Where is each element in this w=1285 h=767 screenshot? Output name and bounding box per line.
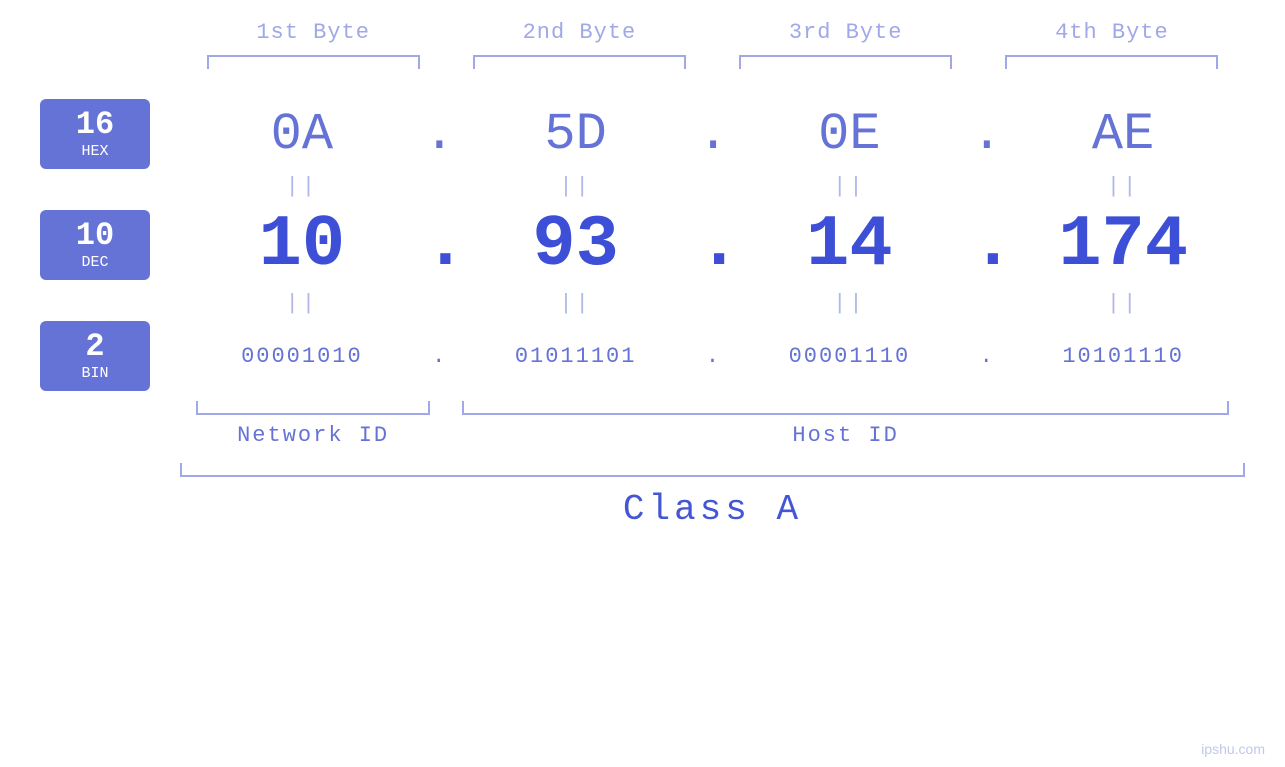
bracket-cell-4 xyxy=(979,55,1245,69)
bracket-top-1 xyxy=(207,55,420,69)
bracket-cell-2 xyxy=(446,55,712,69)
bin-dot-3: . xyxy=(971,344,1001,369)
eq-2-3: || xyxy=(728,291,972,316)
hex-value-1: 0A xyxy=(180,105,424,164)
hex-base: HEX xyxy=(81,143,108,160)
bracket-cell-3 xyxy=(713,55,979,69)
dec-values-row: 10 . 93 . 14 . 174 xyxy=(180,204,1245,286)
byte-header-4: 4th Byte xyxy=(979,20,1245,45)
byte-header-1: 1st Byte xyxy=(180,20,446,45)
bracket-top-2 xyxy=(473,55,686,69)
bin-num: 2 xyxy=(85,331,104,363)
dec-value-4: 174 xyxy=(1001,204,1245,286)
dec-value-2: 93 xyxy=(454,204,698,286)
bin-base: BIN xyxy=(81,365,108,382)
byte-headers: 1st Byte 2nd Byte 3rd Byte 4th Byte xyxy=(40,20,1245,45)
hex-label-box: 16 HEX xyxy=(40,99,150,169)
eq-row-1: || || || || xyxy=(40,169,1245,204)
bottom-brackets xyxy=(40,401,1245,415)
bin-value-4: 10101110 xyxy=(1001,344,1245,369)
hex-dot-1: . xyxy=(424,105,454,164)
eq-2-1: || xyxy=(180,291,424,316)
bin-dot-2: . xyxy=(698,344,728,369)
eq-1-1: || xyxy=(180,174,424,199)
network-id-label: Network ID xyxy=(180,423,446,448)
class-section: Class A xyxy=(40,463,1245,530)
hex-row: 16 HEX 0A . 5D . 0E . AE xyxy=(40,99,1245,169)
main-container: 1st Byte 2nd Byte 3rd Byte 4th Byte 16 H… xyxy=(0,0,1285,767)
class-label: Class A xyxy=(180,489,1245,530)
bracket-top-3 xyxy=(739,55,952,69)
bracket-bottom-network xyxy=(180,401,446,415)
dec-dot-2: . xyxy=(698,204,728,286)
hex-value-4: AE xyxy=(1001,105,1245,164)
eq-1-4: || xyxy=(1001,174,1245,199)
hex-value-3: 0E xyxy=(728,105,972,164)
bracket-bot-host xyxy=(462,401,1229,415)
eq-1-3: || xyxy=(728,174,972,199)
dec-row: 10 DEC 10 . 93 . 14 . 174 xyxy=(40,204,1245,286)
bin-row: 2 BIN 00001010 . 01011101 . 00001110 . xyxy=(40,321,1245,391)
eq-1-2: || xyxy=(454,174,698,199)
hex-num: 16 xyxy=(76,109,114,141)
dec-label-box: 10 DEC xyxy=(40,210,150,280)
top-brackets xyxy=(40,55,1245,69)
dec-value-1: 10 xyxy=(180,204,424,286)
dec-num: 10 xyxy=(76,220,114,252)
class-bracket xyxy=(180,463,1245,477)
id-labels: Network ID Host ID xyxy=(40,423,1245,448)
dec-value-3: 14 xyxy=(728,204,972,286)
dec-dot-1: . xyxy=(424,204,454,286)
bin-value-1: 00001010 xyxy=(180,344,424,369)
bin-label-box: 2 BIN xyxy=(40,321,150,391)
bracket-top-4 xyxy=(1005,55,1218,69)
dec-dot-3: . xyxy=(971,204,1001,286)
hex-values-row: 0A . 5D . 0E . AE xyxy=(180,105,1245,164)
hex-dot-2: . xyxy=(698,105,728,164)
eq-2-2: || xyxy=(454,291,698,316)
bracket-bot-network xyxy=(196,401,430,415)
eq-values-2: || || || || xyxy=(180,291,1245,316)
bin-dot-1: . xyxy=(424,344,454,369)
bin-value-2: 01011101 xyxy=(454,344,698,369)
bracket-cell-1 xyxy=(180,55,446,69)
watermark: ipshu.com xyxy=(1201,741,1265,757)
hex-value-2: 5D xyxy=(454,105,698,164)
bin-values-row: 00001010 . 01011101 . 00001110 . 1010111… xyxy=(180,344,1245,369)
dec-base: DEC xyxy=(81,254,108,271)
bracket-bottom-host xyxy=(446,401,1245,415)
eq-2-4: || xyxy=(1001,291,1245,316)
byte-header-3: 3rd Byte xyxy=(713,20,979,45)
hex-dot-3: . xyxy=(971,105,1001,164)
eq-row-2: || || || || xyxy=(40,286,1245,321)
byte-header-2: 2nd Byte xyxy=(446,20,712,45)
eq-values-1: || || || || xyxy=(180,174,1245,199)
host-id-label: Host ID xyxy=(446,423,1245,448)
bin-value-3: 00001110 xyxy=(728,344,972,369)
